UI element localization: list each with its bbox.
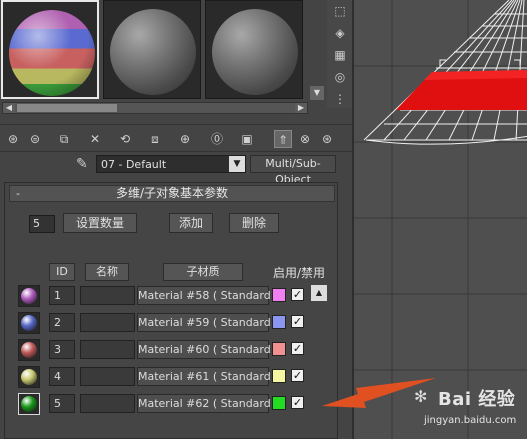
assign-to-selection-icon[interactable]: ⧉ — [55, 130, 73, 148]
sample-slot-1[interactable] — [1, 0, 99, 99]
show-in-viewport-icon[interactable]: ▣ — [238, 130, 256, 148]
row-id-field[interactable]: 4 — [49, 367, 75, 386]
color-swatch[interactable] — [272, 342, 286, 356]
put-to-scene-icon[interactable]: ⊜ — [26, 130, 44, 148]
watermark-url: jingyan.baidu.com — [424, 415, 517, 426]
material-count-field[interactable]: 5 — [29, 215, 55, 233]
set-number-button[interactable]: 设置数量 — [63, 213, 137, 233]
viewport-canvas — [354, 0, 527, 439]
rollout-title: 多维/子对象基本参数 — [115, 186, 229, 200]
enabled-checkbox[interactable]: ✓ — [291, 396, 304, 409]
perspective-viewport[interactable] — [352, 0, 527, 439]
column-header-sub-material[interactable]: 子材质 — [163, 263, 243, 281]
sub-material-button[interactable]: Material #58 ( Standard ) — [137, 286, 279, 305]
multi-sub-object-rollout: - 多维/子对象基本参数 5 设置数量 添加 删除 ID 名称 子材质 启用/禁… — [4, 182, 338, 439]
ball-sphere — [21, 396, 37, 412]
sub-material-row: 2 Material #59 ( Standard ) ✓ — [5, 310, 337, 336]
options-icon[interactable]: ⊛ — [318, 130, 336, 148]
row-id-field[interactable]: 3 — [49, 340, 75, 359]
ball-sphere — [21, 288, 37, 304]
side-toolbar: ⬚ ◈ ▦ ◎ ⋮ — [327, 0, 352, 108]
sub-material-button[interactable]: Material #59 ( Standard ) — [137, 313, 279, 332]
material-ball[interactable] — [18, 366, 40, 388]
put-to-library-icon[interactable]: ⊕ — [176, 130, 194, 148]
eyedropper-icon[interactable]: ✎ — [76, 156, 88, 172]
rollout-header[interactable]: - 多维/子对象基本参数 — [9, 185, 335, 202]
column-header-on-off[interactable]: 启用/禁用 — [273, 264, 325, 281]
slots-dropdown-arrow[interactable]: ▼ — [310, 86, 324, 100]
row-name-field[interactable] — [80, 367, 135, 386]
rows-scroll-up-icon[interactable]: ▲ — [311, 285, 327, 301]
material-ball[interactable] — [18, 285, 40, 307]
column-header-id[interactable]: ID — [49, 263, 75, 281]
sample-uv-icon[interactable]: ◎ — [331, 68, 349, 86]
material-editor: ▼ ⬚ ◈ ▦ ◎ ⋮ ◀ ▶ ⊛ ⊜ ⧉ ✕ ⟲ ⧈ ⊕ ⓪ ▣ ⇑ ⊗ ⊛ … — [0, 0, 352, 439]
row-name-field[interactable] — [80, 313, 135, 332]
material-toolbar: ⊛ ⊜ ⧉ ✕ ⟲ ⧈ ⊕ ⓪ ▣ ⇑ ⊗ ⊛ — [0, 124, 352, 152]
scroll-left-icon[interactable]: ◀ — [3, 103, 15, 113]
ball-sphere — [21, 342, 37, 358]
sample-type-icon[interactable]: ⬚ — [331, 2, 349, 20]
slots-scrollbar[interactable]: ◀ ▶ — [2, 102, 308, 114]
scroll-thumb[interactable] — [17, 104, 117, 112]
material-name-field[interactable]: 07 - Default — [96, 155, 246, 173]
enabled-checkbox[interactable]: ✓ — [291, 369, 304, 382]
ball-sphere — [21, 315, 37, 331]
material-name-row: ✎ 07 - Default ▼ Multi/Sub-Object — [0, 154, 352, 186]
sample-slot-2[interactable] — [103, 0, 201, 99]
go-to-parent-icon[interactable]: ⇑ — [274, 130, 292, 148]
sub-material-row: 4 Material #61 ( Standard ) ✓ — [5, 364, 337, 390]
sample-slot-3[interactable] — [205, 0, 303, 99]
gray-material-sphere — [212, 9, 298, 95]
sub-material-button[interactable]: Material #62 ( Standard ) — [137, 394, 279, 413]
row-name-field[interactable] — [80, 394, 135, 413]
column-header-name[interactable]: 名称 — [85, 263, 129, 281]
color-swatch[interactable] — [272, 288, 286, 302]
baidu-watermark: ✻ Bai 经验 jingyan.baidu.com — [414, 385, 524, 437]
get-material-icon[interactable]: ⊛ — [4, 130, 22, 148]
row-id-field[interactable]: 1 — [49, 286, 75, 305]
material-ball[interactable] — [18, 393, 40, 415]
sub-material-row: 3 Material #60 ( Standard ) ✓ — [5, 337, 337, 363]
material-type-button[interactable]: Multi/Sub-Object — [250, 155, 336, 186]
gray-material-sphere — [110, 9, 196, 95]
make-copy-icon[interactable]: ⟲ — [116, 130, 134, 148]
delete-button[interactable]: 删除 — [229, 213, 279, 233]
go-forward-sibling-icon[interactable]: ⊗ — [296, 130, 314, 148]
sub-material-button[interactable]: Material #60 ( Standard ) — [137, 340, 279, 359]
color-swatch[interactable] — [272, 315, 286, 329]
material-id-channel-icon[interactable]: ⓪ — [208, 130, 226, 148]
enabled-checkbox[interactable]: ✓ — [291, 315, 304, 328]
sub-material-button[interactable]: Material #61 ( Standard ) — [137, 367, 279, 386]
material-ball[interactable] — [18, 339, 40, 361]
baidu-paw-icon: ✻ — [414, 387, 428, 406]
color-swatch[interactable] — [272, 369, 286, 383]
reset-icon[interactable]: ✕ — [86, 130, 104, 148]
material-ball[interactable] — [18, 312, 40, 334]
row-id-field[interactable]: 5 — [49, 394, 75, 413]
color-swatch[interactable] — [272, 396, 286, 410]
enabled-checkbox[interactable]: ✓ — [291, 342, 304, 355]
row-name-field[interactable] — [80, 340, 135, 359]
backlight-icon[interactable]: ◈ — [331, 24, 349, 42]
background-icon[interactable]: ▦ — [331, 46, 349, 64]
add-button[interactable]: 添加 — [169, 213, 213, 233]
material-name-dropdown-icon[interactable]: ▼ — [229, 156, 245, 172]
enabled-checkbox[interactable]: ✓ — [291, 288, 304, 301]
row-id-field[interactable]: 2 — [49, 313, 75, 332]
row-name-field[interactable] — [80, 286, 135, 305]
ball-sphere — [21, 369, 37, 385]
sub-material-row: 5 Material #62 ( Standard ) ✓ — [5, 391, 337, 417]
sub-material-row: 1 Material #58 ( Standard ) ✓ — [5, 283, 337, 309]
watermark-brand: Bai 经验 — [438, 389, 516, 410]
scroll-right-icon[interactable]: ▶ — [295, 103, 307, 113]
video-check-icon[interactable]: ⋮ — [331, 90, 349, 108]
multi-material-sphere — [9, 10, 95, 96]
make-unique-icon[interactable]: ⧈ — [146, 130, 164, 148]
